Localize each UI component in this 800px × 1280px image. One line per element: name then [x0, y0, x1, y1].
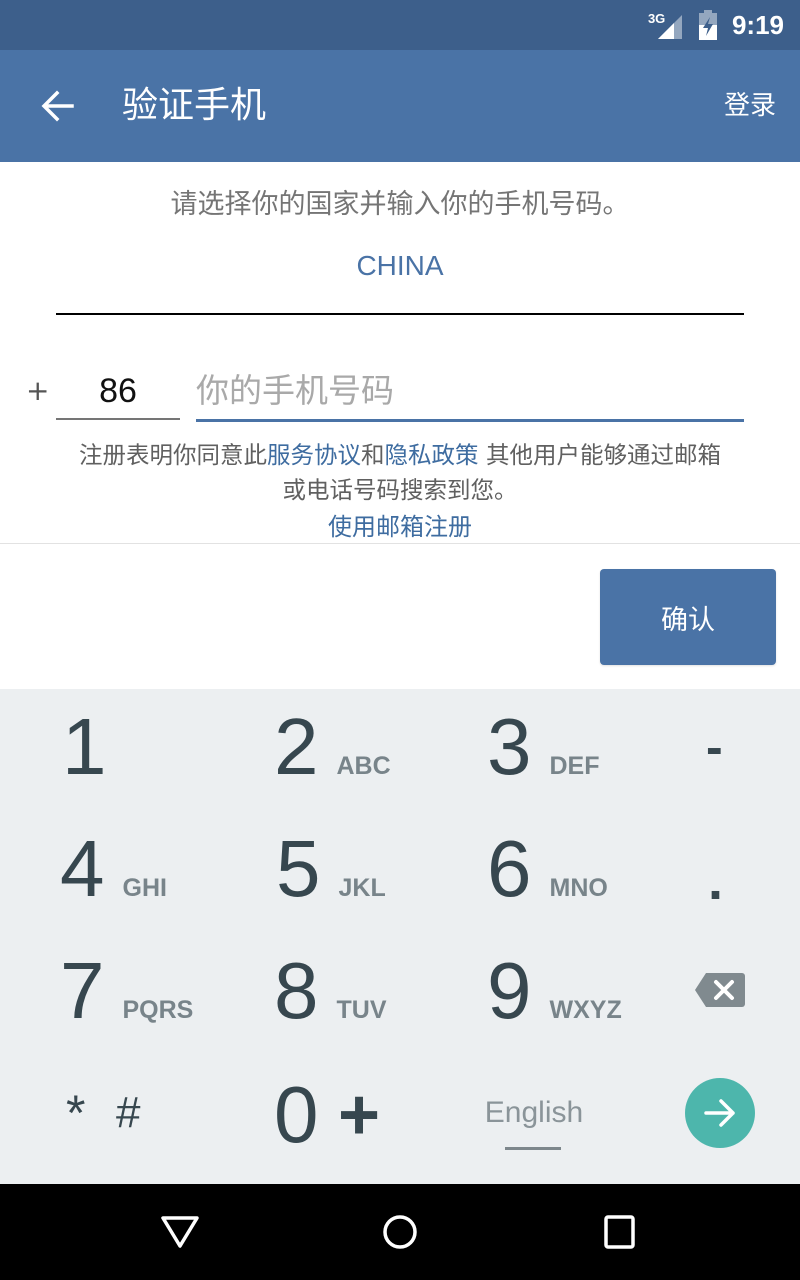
- status-bar: 3G 9:19: [0, 0, 800, 50]
- language-switch[interactable]: English: [474, 1085, 594, 1165]
- key-hash[interactable]: #: [116, 1052, 140, 1174]
- key-digit: 6: [487, 824, 532, 913]
- key-dot[interactable]: .: [708, 820, 723, 942]
- key-symbol: #: [116, 1088, 141, 1137]
- privacy-policy-link[interactable]: 隐私政策: [385, 441, 479, 469]
- key-digit: 4: [60, 824, 105, 913]
- key-symbol: -: [706, 719, 723, 775]
- key-plus[interactable]: +: [338, 1054, 380, 1176]
- key-letters: DEF: [549, 751, 600, 780]
- key-1[interactable]: 1: [62, 686, 107, 808]
- terms-prefix: 注册表明你同意此: [79, 441, 267, 469]
- key-digit: 1: [62, 702, 107, 791]
- backspace-icon: [695, 973, 745, 1007]
- key-3[interactable]: 3 DEF: [487, 686, 600, 808]
- navigation-bar: [0, 1184, 800, 1280]
- terms-of-service-link[interactable]: 服务协议: [267, 441, 361, 469]
- nav-back-button[interactable]: [150, 1202, 210, 1262]
- key-6[interactable]: 6 MNO: [487, 808, 608, 930]
- country-selector[interactable]: CHINA: [56, 245, 744, 315]
- country-code-field[interactable]: 86: [56, 360, 180, 420]
- login-button[interactable]: 登录: [724, 86, 776, 126]
- key-symbol: *: [66, 1085, 86, 1141]
- key-star[interactable]: *: [66, 1052, 85, 1174]
- key-dash[interactable]: -: [706, 686, 723, 808]
- key-letters: PQRS: [122, 995, 194, 1024]
- key-digit: 0: [274, 1070, 319, 1159]
- key-5[interactable]: 5 JKL: [276, 808, 386, 930]
- home-circle-icon: [383, 1215, 417, 1249]
- key-digit: 2: [274, 702, 319, 791]
- divider: [0, 543, 800, 544]
- key-9[interactable]: 9 WXYZ: [487, 930, 622, 1052]
- status-icons: 3G 9:19: [648, 0, 784, 50]
- language-label: English: [484, 1096, 584, 1129]
- clock: 9:19: [731, 9, 784, 40]
- back-triangle-icon: [161, 1216, 199, 1248]
- key-7[interactable]: 7 PQRS: [60, 930, 193, 1052]
- page-title: 验证手机: [122, 85, 267, 126]
- key-symbol: .: [708, 851, 724, 911]
- key-symbol: +: [338, 1075, 381, 1155]
- key-digit: 7: [60, 946, 105, 1035]
- key-letters: JKL: [338, 873, 386, 902]
- phone-number-field[interactable]: [196, 360, 744, 422]
- phone-number-input[interactable]: [196, 360, 744, 420]
- signal-icon: 3G: [648, 9, 684, 41]
- key-letters: GHI: [122, 873, 167, 902]
- terms-line2: 或电话号码搜索到您。: [282, 476, 518, 504]
- key-8[interactable]: 8 TUV: [274, 930, 387, 1052]
- back-button[interactable]: [30, 78, 86, 134]
- arrow-left-icon: [41, 90, 74, 122]
- terms-and: 和: [361, 441, 385, 469]
- recents-square-icon: [604, 1215, 635, 1249]
- key-4[interactable]: 4 GHI: [60, 808, 167, 930]
- terms-text: 注册表明你同意此服务协议和隐私政策 其他用户能够通过邮箱 或电话号码搜索到您。: [0, 438, 800, 508]
- instruction-text: 请选择你的国家并输入你的手机号码。: [170, 189, 630, 220]
- nav-home-button[interactable]: [370, 1202, 430, 1262]
- arrow-right-icon: [704, 1099, 735, 1127]
- terms-suffix: 其他用户能够通过邮箱: [478, 441, 721, 469]
- key-digit: 9: [487, 946, 532, 1035]
- nav-recents-button[interactable]: [590, 1202, 650, 1262]
- network-type-label: 3G: [647, 11, 666, 26]
- go-button[interactable]: [685, 1078, 755, 1148]
- key-digit: 8: [274, 946, 319, 1035]
- language-underline: [505, 1147, 561, 1150]
- key-letters: WXYZ: [549, 995, 622, 1024]
- key-letters: TUV: [336, 995, 387, 1024]
- key-0[interactable]: 0: [274, 1054, 319, 1176]
- key-letters: MNO: [549, 873, 608, 902]
- plus-sign: +: [26, 374, 50, 407]
- backspace-key[interactable]: [694, 970, 746, 1010]
- email-signup-link[interactable]: 使用邮箱注册: [328, 513, 472, 541]
- battery-charging-icon: [698, 9, 718, 41]
- key-digit: 5: [276, 824, 321, 913]
- confirm-button[interactable]: 确认: [600, 569, 776, 665]
- app-bar: 验证手机 登录: [0, 50, 800, 162]
- email-signup: 使用邮箱注册: [0, 508, 800, 546]
- key-digit: 3: [487, 702, 532, 791]
- key-2[interactable]: 2 ABC: [274, 686, 391, 808]
- key-letters: ABC: [336, 751, 391, 780]
